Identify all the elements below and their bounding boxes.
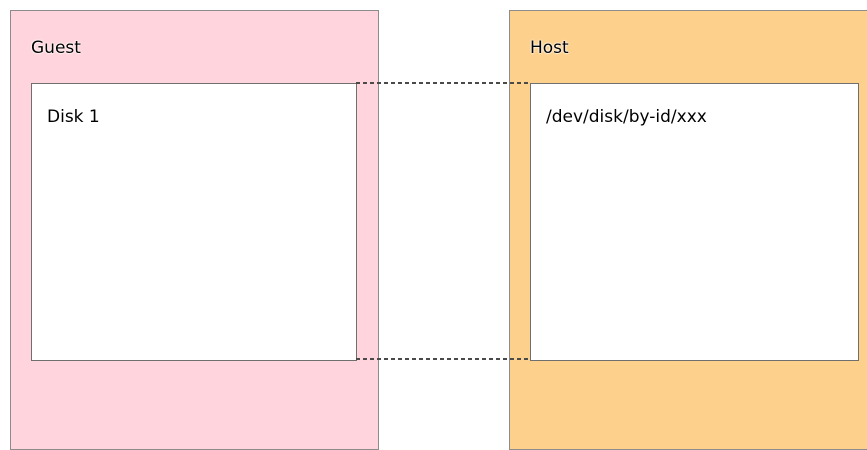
guest-disk-label: Disk 1 [47,107,100,127]
host-disk-box: /dev/disk/by-id/xxx [530,83,859,361]
guest-title: Guest [31,38,81,58]
guest-disk-box: Disk 1 [31,83,357,361]
host-panel: Host /dev/disk/by-id/xxx [509,10,867,450]
guest-panel: Guest Disk 1 [10,10,379,450]
host-disk-label: /dev/disk/by-id/xxx [546,107,707,127]
host-title: Host [530,38,569,58]
